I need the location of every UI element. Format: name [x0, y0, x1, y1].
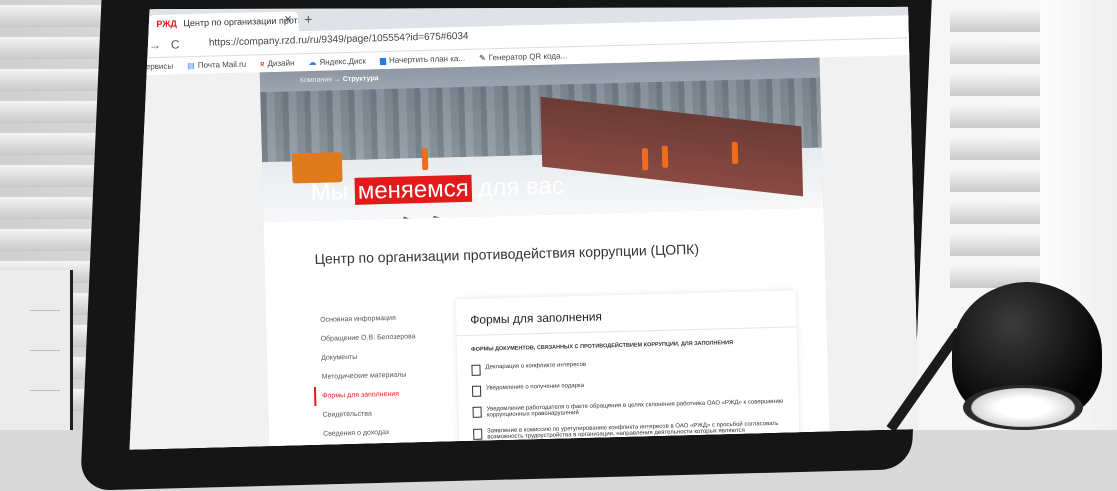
document-icon: [471, 365, 480, 376]
web-page: Компания → Структура Мы меняемся для вас…: [120, 55, 920, 450]
rzd-logo-icon: РЖД: [156, 18, 177, 29]
forms-card: Формы для заполнения ФОРМЫ ДОКУМЕНТОВ, С…: [456, 290, 801, 449]
page-icon: ▤: [187, 61, 195, 71]
reload-icon[interactable]: C: [171, 37, 180, 51]
content-area: Центр по организации противодействия кор…: [264, 208, 831, 450]
worker: [642, 148, 649, 170]
worker: [732, 142, 739, 164]
document-link[interactable]: Декларация о конфликте интересов: [471, 357, 787, 376]
document-link[interactable]: Уведомление работодателя о факте обращен…: [473, 399, 789, 419]
cloud-icon: ☁: [308, 57, 317, 68]
bookmark-item[interactable]: ʀ Дизайн: [260, 58, 294, 68]
close-icon[interactable]: ✕: [284, 14, 293, 25]
breadcrumb: Компания → Структура: [299, 75, 379, 85]
document-icon: [472, 386, 481, 397]
bookmark-item[interactable]: ▆ Начертить план ка...: [380, 54, 465, 65]
breadcrumb-link[interactable]: Компания: [300, 76, 332, 84]
bookmark-item[interactable]: ☁ Яндекс.Диск: [308, 57, 366, 68]
forward-icon[interactable]: →: [149, 38, 161, 52]
slogan-highlight: меняемся: [354, 175, 472, 205]
document-link[interactable]: Уведомление о получении подарка: [472, 378, 788, 397]
worker: [422, 148, 429, 170]
rzd-logo-icon: ʀ: [260, 59, 265, 69]
bookmark-item[interactable]: ✎ Генератор QR кода...: [479, 51, 567, 62]
breadcrumb-current: Структура: [342, 75, 379, 84]
bookmark-item[interactable]: ▤ Почта Mail.ru: [187, 60, 246, 71]
document-icon: [473, 429, 482, 440]
side-navigation: Основная информация Обращение О.В. Белоз…: [312, 308, 436, 450]
card-subhead: ФОРМЫ ДОКУМЕНТОВ, СВЯЗАННЫХ С ПРОТИВОДЕЙ…: [470, 340, 734, 353]
shelf-unit: [0, 270, 73, 430]
divider: [457, 326, 797, 336]
document-icon: [473, 407, 482, 418]
new-tab-button[interactable]: +: [304, 11, 313, 27]
hero-banner: Компания → Структура Мы меняемся для вас: [260, 58, 824, 223]
desk-lamp-bulb: [963, 385, 1083, 430]
qr-icon: ✎: [478, 53, 486, 63]
card-title: Формы для заполнения: [470, 309, 603, 327]
page-title: Центр по организации противодействия кор…: [314, 240, 700, 267]
folder-icon: ▆: [379, 56, 387, 66]
monitor-screen: РЖД Центр по организации противо ✕ + ← →…: [118, 0, 919, 450]
tab-title: Центр по организации противо: [183, 14, 299, 29]
worker: [662, 146, 669, 168]
url-field[interactable]: https://company.rzd.ru/ru/9349/page/1055…: [209, 31, 469, 49]
